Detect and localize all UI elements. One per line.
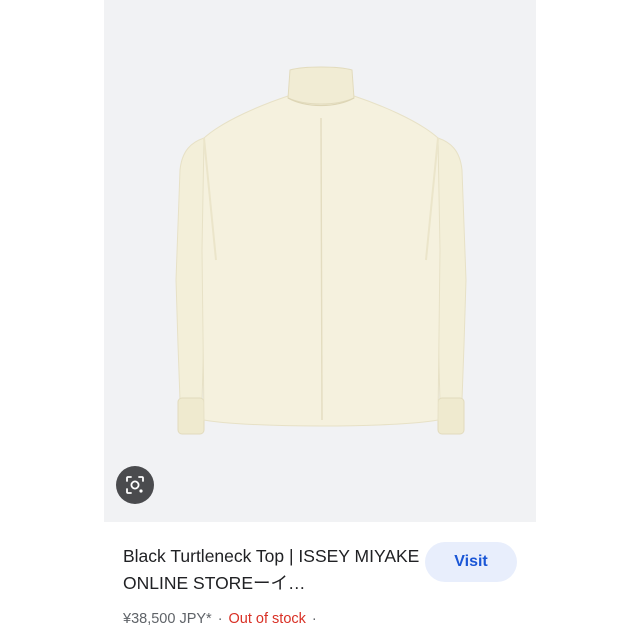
product-image-panel[interactable] [104, 0, 536, 522]
separator: · [217, 611, 223, 627]
trailing-separator: · [311, 611, 317, 627]
search-result-card: Black Turtleneck Top | ISSEY MIYAKE ONLI… [0, 0, 640, 640]
stock-status: Out of stock [228, 611, 306, 627]
lens-search-icon [126, 476, 144, 494]
price-label: ¥38,500 JPY* [123, 611, 212, 627]
lens-search-button[interactable] [116, 466, 154, 504]
visit-button[interactable]: Visit [425, 542, 517, 582]
product-image[interactable] [104, 0, 536, 522]
result-meta: ¥38,500 JPY* · Out of stock · [123, 609, 323, 629]
result-title-link[interactable]: Black Turtleneck Top | ISSEY MIYAKE ONLI… [123, 543, 423, 597]
